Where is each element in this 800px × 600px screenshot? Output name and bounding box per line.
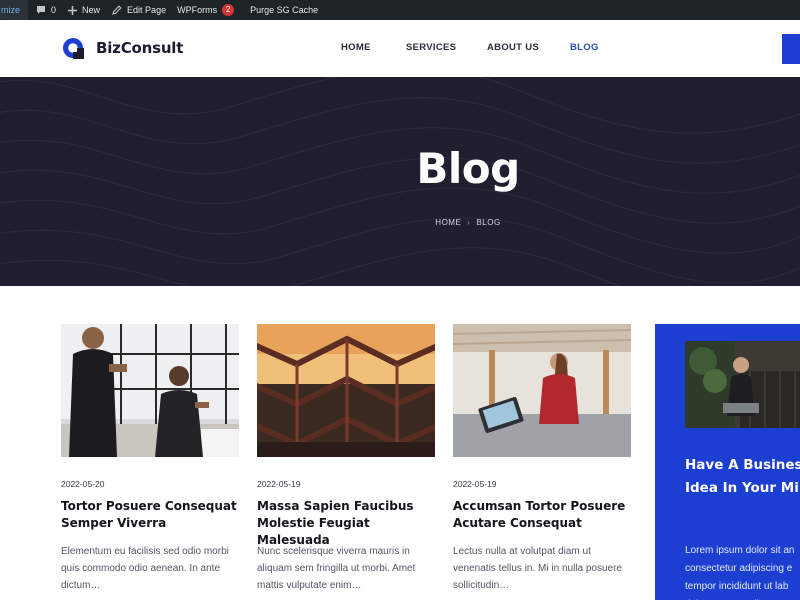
post-card: 2022-05-19 Massa Sapien Faucibus Molesti… <box>257 324 435 591</box>
post-excerpt: Lectus nulla at volutpat diam ut venenat… <box>453 546 622 591</box>
edit-page-label: Edit Page <box>127 5 167 15</box>
post-excerpt: Nunc scelerisque viverra mauris in aliqu… <box>257 546 416 591</box>
sidebar-promo: Have A Busines Idea In Your Mi Lorem ips… <box>655 324 800 600</box>
nav-item-services[interactable]: SERVICES <box>406 42 456 53</box>
admin-bar-new[interactable]: New <box>65 0 109 20</box>
purge-cache-label: Purge SG Cache <box>250 5 319 15</box>
breadcrumb-separator: › <box>467 218 471 227</box>
post-thumbnail-office-meeting[interactable] <box>61 324 239 457</box>
promo-title: Have A Busines Idea In Your Mi <box>685 457 800 496</box>
page-title: Blog <box>416 144 520 193</box>
post-thumbnail-stairway-structure[interactable] <box>257 324 435 457</box>
header-cta-button[interactable] <box>782 34 800 64</box>
nav-item-home[interactable]: HOME <box>341 42 371 53</box>
nav-item-about-us[interactable]: ABOUT US <box>487 42 539 53</box>
plus-icon <box>68 5 78 15</box>
new-label: New <box>82 5 101 15</box>
breadcrumb: HOME › BLOG <box>0 218 800 227</box>
nav-item-blog[interactable]: BLOG <box>570 42 599 53</box>
admin-bar-comments[interactable]: 0 <box>28 0 65 20</box>
logo-text: BizConsult <box>96 39 184 57</box>
post-title[interactable]: Accumsan Tortor Posuere Acutare Consequa… <box>453 498 638 532</box>
admin-bar: mize 0 New Edit Page WPForms 2 Purge SG … <box>0 0 800 20</box>
page-hero: Blog HOME › BLOG <box>0 77 800 286</box>
logo-mark-icon <box>63 38 84 59</box>
site-header: BizConsult HOME SERVICES ABOUT US BLOG <box>0 20 800 77</box>
post-card: 2022-05-20 Tortor Posuere Consequat Semp… <box>61 324 239 591</box>
breadcrumb-current: BLOG <box>476 218 501 227</box>
admin-bar-edit-page[interactable]: Edit Page <box>109 0 175 20</box>
admin-bar-customize[interactable]: mize <box>0 0 29 20</box>
pencil-icon <box>112 5 122 15</box>
post-date: 2022-05-20 <box>61 479 105 489</box>
breadcrumb-home[interactable]: HOME <box>435 218 461 227</box>
promo-text: Lorem ipsum dolor sit an consectetur adi… <box>685 545 795 600</box>
post-date: 2022-05-19 <box>257 479 301 489</box>
wpforms-badge: 2 <box>222 4 235 16</box>
post-card: 2022-05-19 Accumsan Tortor Posuere Acuta… <box>453 324 631 591</box>
post-date: 2022-05-19 <box>453 479 497 489</box>
promo-thumbnail-woman-laptop <box>685 341 800 428</box>
post-thumbnail-cafe-cashier[interactable] <box>453 324 631 457</box>
post-title[interactable]: Tortor Posuere Consequat Semper Viverra <box>61 498 246 532</box>
site-logo[interactable]: BizConsult <box>62 37 183 59</box>
wpforms-label: WPForms <box>177 5 218 15</box>
customize-label: mize <box>1 5 21 15</box>
admin-bar-purge-cache[interactable]: Purge SG Cache <box>244 0 324 20</box>
comment-icon <box>37 6 46 14</box>
post-title[interactable]: Massa Sapien Faucibus Molestie Feugiat M… <box>257 498 442 549</box>
comments-count: 0 <box>51 5 57 15</box>
admin-bar-wpforms[interactable]: WPForms 2 <box>175 0 244 20</box>
post-excerpt: Elementum eu facilisis sed odio morbi qu… <box>61 546 229 591</box>
